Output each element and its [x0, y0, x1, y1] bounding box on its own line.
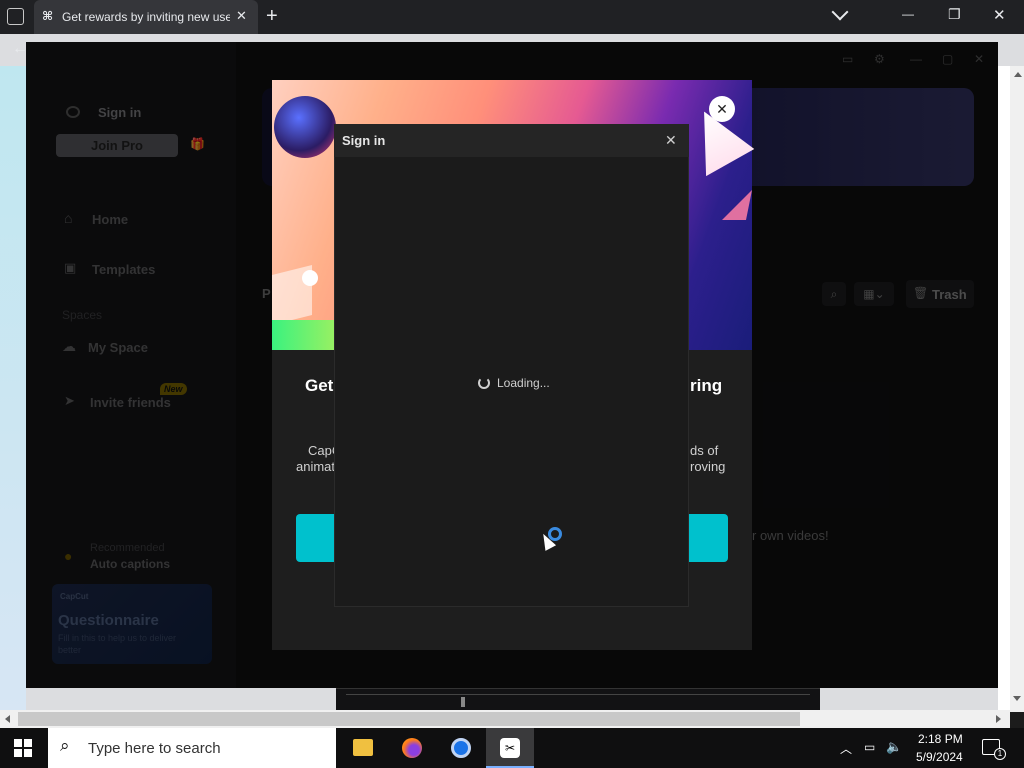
tab-list-chevron-icon[interactable]: [831, 3, 849, 21]
clock-time[interactable]: 2:18 PM: [918, 732, 963, 746]
firefox-icon[interactable]: [402, 738, 422, 758]
search-icon: ⌕: [60, 736, 70, 755]
sign-in-dialog-header: Sign in ✕: [334, 124, 689, 157]
web-page-left-edge: [0, 66, 26, 712]
tab-search-icon[interactable]: [7, 8, 24, 25]
file-explorer-icon[interactable]: [353, 739, 373, 756]
promo-text-right-2: roving: [690, 459, 726, 474]
browser-tab-active[interactable]: ⌘ Get rewards by inviting new user ✕: [34, 0, 258, 34]
loading-text: Loading...: [497, 376, 550, 390]
volume-muted-icon[interactable]: 🔈: [886, 739, 902, 755]
clock-date[interactable]: 5/9/2024: [916, 750, 963, 764]
tab-close-icon[interactable]: ✕: [236, 8, 247, 24]
horizontal-scroll-thumb[interactable]: [18, 712, 800, 726]
background-video-timeline: [336, 688, 820, 710]
promo-action-button-right[interactable]: [689, 514, 728, 562]
search-placeholder: Type here to search: [88, 740, 221, 757]
scroll-down-arrow-icon[interactable]: [1013, 696, 1021, 701]
restore-button[interactable]: ❐: [948, 6, 961, 23]
close-window-button[interactable]: ✕: [993, 6, 1006, 24]
horizontal-scrollbar[interactable]: [0, 710, 1010, 728]
scroll-right-arrow-icon[interactable]: [996, 715, 1001, 723]
chrome-icon[interactable]: [451, 738, 471, 758]
sphere-decoration: [274, 96, 336, 158]
minimize-button[interactable]: —: [902, 7, 914, 21]
loading-spinner-icon: [478, 377, 490, 389]
tab-title: Get rewards by inviting new user: [62, 10, 230, 24]
sign-in-close-icon[interactable]: ✕: [665, 132, 677, 149]
capcut-app-icon: ✂: [500, 738, 520, 758]
promo-close-button[interactable]: ✕: [709, 96, 735, 122]
promo-title-left: Get: [305, 376, 334, 395]
notification-count-badge: 1: [994, 748, 1006, 760]
tray-chevron-icon[interactable]: ︿: [840, 740, 852, 757]
capcut-logo-icon: ⌘: [42, 9, 54, 23]
sign-in-dialog: [334, 124, 689, 607]
start-windows-icon[interactable]: [14, 739, 32, 757]
web-page-right-edge: [998, 66, 1010, 712]
scroll-up-arrow-icon[interactable]: [1014, 72, 1022, 77]
green-streak-decoration: [272, 320, 340, 350]
capcut-taskbar-icon[interactable]: ✂: [486, 728, 534, 768]
network-icon[interactable]: ▭: [864, 740, 875, 754]
cube-decoration: [272, 265, 312, 325]
shard-decoration: [684, 112, 761, 189]
taskbar-search-box[interactable]: ⌕ Type here to search: [48, 728, 336, 768]
sign-in-dialog-title: Sign in: [342, 133, 386, 148]
promo-text-right-1: ds of: [690, 443, 719, 458]
purple-shard-decoration: [722, 190, 752, 220]
promo-text-left-2: animat: [296, 459, 336, 474]
scroll-left-arrow-icon[interactable]: [5, 715, 10, 723]
browser-tab-bar: ⌘ Get rewards by inviting new user ✕ + —…: [0, 0, 1024, 34]
promo-title-right: ring: [690, 376, 723, 395]
new-tab-button[interactable]: +: [266, 5, 278, 28]
vertical-scrollbar[interactable]: [1010, 66, 1024, 712]
promo-action-button-left[interactable]: [296, 514, 336, 562]
